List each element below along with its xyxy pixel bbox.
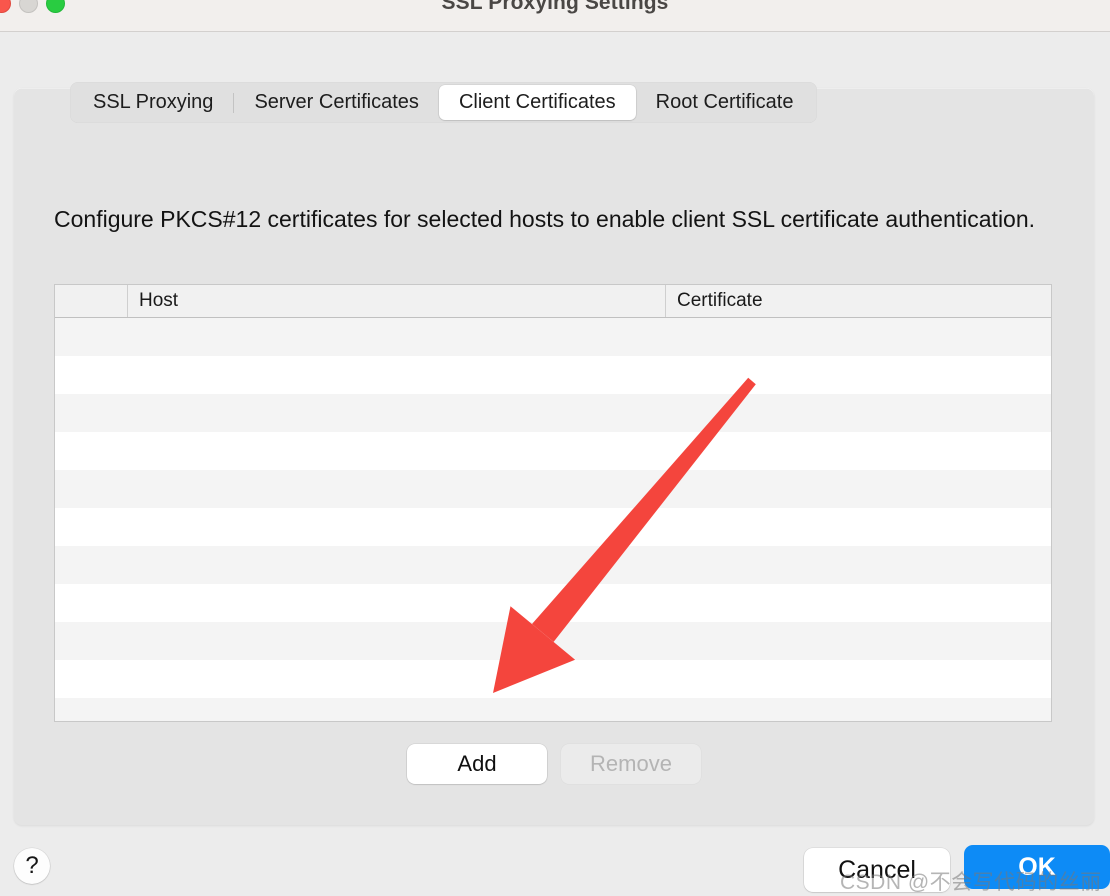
cancel-button[interactable]: Cancel [804, 848, 950, 892]
table-row[interactable] [55, 470, 1051, 508]
table-row[interactable] [55, 622, 1051, 660]
dialog-content: Configure PKCS#12 certificates for selec… [0, 32, 1110, 894]
column-header-certificate[interactable]: Certificate [665, 285, 1051, 317]
client-certificates-panel: Configure PKCS#12 certificates for selec… [14, 88, 1094, 825]
add-button[interactable]: Add [407, 744, 547, 784]
table-row[interactable] [55, 432, 1051, 470]
table-row[interactable] [55, 394, 1051, 432]
tab-ssl-proxying[interactable]: SSL Proxying [73, 85, 233, 120]
table-row[interactable] [55, 584, 1051, 622]
tab-server-certificates[interactable]: Server Certificates [234, 85, 439, 120]
table-row[interactable] [55, 318, 1051, 356]
ok-button[interactable]: OK [964, 845, 1110, 889]
ssl-proxying-settings-window: SSL Proxying Settings Configure PKCS#12 … [0, 0, 1110, 894]
table-row[interactable] [55, 356, 1051, 394]
table-header-row: Host Certificate [55, 285, 1051, 318]
list-action-buttons: Add Remove [14, 744, 1094, 784]
table-row[interactable] [55, 546, 1051, 584]
tab-client-certificates[interactable]: Client Certificates [438, 85, 636, 120]
panel-description: Configure PKCS#12 certificates for selec… [54, 206, 1036, 232]
settings-tabbar: SSL Proxying Server Certificates Client … [70, 82, 817, 123]
column-header-host[interactable]: Host [127, 285, 665, 317]
window-title: SSL Proxying Settings [441, 0, 669, 14]
help-icon[interactable]: ? [14, 848, 50, 884]
table-row[interactable] [55, 508, 1051, 546]
certificates-table[interactable]: Host Certificate [54, 284, 1052, 722]
table-row[interactable] [55, 698, 1051, 721]
table-row[interactable] [55, 660, 1051, 698]
table-body[interactable] [55, 318, 1051, 721]
remove-button: Remove [561, 744, 701, 784]
tab-root-certificate[interactable]: Root Certificate [636, 85, 814, 120]
window-titlebar: SSL Proxying Settings [0, 0, 1110, 32]
